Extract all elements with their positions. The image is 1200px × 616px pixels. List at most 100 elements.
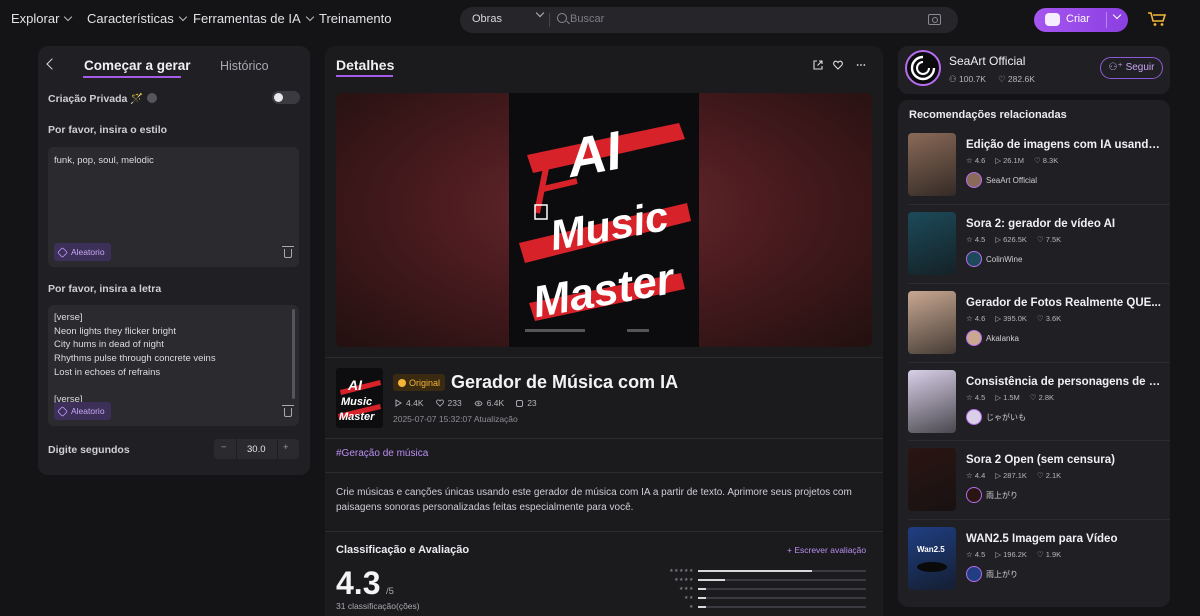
followers-icon: ⚇ xyxy=(949,74,959,84)
create-label: Criar xyxy=(1066,13,1090,25)
likes-stat: ♡ 2.1K xyxy=(1037,471,1061,480)
search-input[interactable]: Buscar xyxy=(570,13,604,25)
seaart-logo-icon xyxy=(910,55,936,81)
runs-stat: ▷ 626.5K xyxy=(995,235,1027,244)
recommendations-header: Recomendações relacionadas xyxy=(909,109,1067,121)
followers-value: 100.7K xyxy=(958,74,986,84)
hashtag-link[interactable]: #Geração de música xyxy=(336,448,428,459)
create-divider xyxy=(1106,12,1107,28)
share-icon[interactable] xyxy=(813,60,823,70)
seconds-value[interactable]: 30.0 xyxy=(247,444,266,455)
nav-treinamento-label: Treinamento xyxy=(319,11,392,26)
chevron-down-icon xyxy=(64,12,73,21)
details-underline xyxy=(336,75,393,77)
lyrics-field[interactable]: [verse] Neon lights they flicker bright … xyxy=(48,305,299,426)
more-options-icon[interactable] xyxy=(856,60,866,70)
trash-icon[interactable] xyxy=(282,405,294,417)
poster-art: AI Music Master xyxy=(519,120,691,332)
recommendation-item[interactable]: Sora 2 Open (sem censura) ☆ 4.4 ▷ 287.1K ♡ … xyxy=(908,448,1164,514)
increment-button[interactable]: + xyxy=(283,442,289,453)
rating-stat: ☆ 4.5 xyxy=(966,393,985,402)
recommendation-divider xyxy=(908,362,1170,363)
recommendation-title: Consistência de personagens de a... xyxy=(966,376,1162,388)
runs-stat: ▷ 196.2K xyxy=(995,550,1027,559)
thumb-shape xyxy=(917,562,947,572)
runs-value: 4.4K xyxy=(406,398,424,408)
nav-caracteristicas[interactable]: Características xyxy=(87,11,187,26)
author-avatar xyxy=(966,251,982,267)
heart-icon: ♡ xyxy=(1036,235,1046,244)
recommendation-author[interactable]: じゃがいも xyxy=(966,409,1026,425)
nav-ferramentas[interactable]: Ferramentas de IA xyxy=(193,11,314,26)
app-description: Crie músicas e canções únicas usando est… xyxy=(336,487,852,513)
nav-treinamento[interactable]: Treinamento xyxy=(319,11,392,26)
recommendation-author[interactable]: ColinWine xyxy=(966,251,1022,267)
nav-explorar[interactable]: Explorar xyxy=(11,11,73,26)
runs-stat: 4.4K xyxy=(395,398,424,408)
private-creation-text: Criação Privada 🪄 xyxy=(48,93,144,105)
profile-stats: ⚇ 100.7K ♡ 282.6K xyxy=(949,74,1035,85)
nav-ferramentas-label: Ferramentas de IA xyxy=(193,11,301,26)
rating-bar-track xyxy=(698,579,866,581)
play-icon xyxy=(395,399,402,407)
profile-name[interactable]: SeaArt Official xyxy=(949,54,1025,68)
stepper-divider xyxy=(277,439,278,459)
tab-comecar-a-gerar[interactable]: Começar a gerar xyxy=(84,58,191,73)
decrement-button[interactable]: − xyxy=(221,442,227,453)
tab-historico[interactable]: Histórico xyxy=(220,59,269,73)
rating-stat: ☆ 4.4 xyxy=(966,471,985,480)
private-toggle[interactable] xyxy=(272,91,300,104)
recommendation-author[interactable]: SeaArt Official xyxy=(966,172,1037,188)
random-style-button[interactable]: Aleatorio xyxy=(54,243,111,261)
runs-stat: ▷ 26.1M xyxy=(995,156,1024,165)
recommendation-thumbnail xyxy=(908,291,956,354)
search-category-select[interactable]: Obras xyxy=(472,13,502,25)
avatar[interactable] xyxy=(905,50,941,86)
lyrics-scrollbar[interactable] xyxy=(292,309,295,399)
poster-title-line-1: AI xyxy=(560,120,627,189)
style-field-value: funk, pop, soul, melodic xyxy=(54,155,154,166)
recommendation-item[interactable]: Edição de imagens com IA usando ... ☆ 4.6… xyxy=(908,133,1164,199)
rating-value: 4.4 xyxy=(974,471,986,480)
recommendation-title: Gerador de Fotos Realmente QUE... xyxy=(966,297,1161,309)
rating-bar-track xyxy=(698,570,866,572)
rating-score: 4.3 xyxy=(336,565,381,601)
recommendation-item[interactable]: Consistência de personagens de a... ☆ 4.5… xyxy=(908,370,1164,436)
heart-icon[interactable] xyxy=(833,60,843,70)
camera-icon[interactable] xyxy=(928,14,941,25)
app-thumbnail: AI Music Master xyxy=(336,368,383,428)
recommendation-stats: ☆ 4.6 ▷ 26.1M ♡ 8.3K xyxy=(966,156,1058,165)
cart-icon[interactable] xyxy=(1147,11,1167,27)
section-divider xyxy=(325,472,883,473)
author-name: 雨上がり xyxy=(986,569,1018,579)
recommendation-item[interactable]: Wan2.5 WAN2.5 Imagem para Vídeo ☆ 4.5 ▷ 196… xyxy=(908,527,1164,593)
random-lyrics-button[interactable]: Aleatorio xyxy=(54,402,111,420)
rating-stars: ★★★★ xyxy=(674,577,694,583)
trash-icon[interactable] xyxy=(282,246,294,258)
seconds-stepper[interactable]: − 30.0 + xyxy=(214,439,299,459)
original-badge: Original xyxy=(393,374,446,391)
create-button[interactable]: Criar xyxy=(1034,8,1128,32)
style-field[interactable]: funk, pop, soul, melodic Aleatorio xyxy=(48,147,299,267)
likes-value: 7.5K xyxy=(1045,235,1062,244)
chevron-down-icon xyxy=(305,12,314,21)
thumb-title-line-2: Music xyxy=(341,396,372,408)
recommendation-author[interactable]: Akalanka xyxy=(966,330,1019,346)
recommendation-item[interactable]: Gerador de Fotos Realmente QUE... ☆ 4.6 ▷ … xyxy=(908,291,1164,357)
follow-button[interactable]: ⚇⁺ Seguir xyxy=(1100,57,1163,79)
write-review-button[interactable]: + Escrever avaliação xyxy=(787,545,866,555)
recommendation-thumbnail xyxy=(908,370,956,433)
rating-scale: /5 xyxy=(386,586,394,597)
likes-value: 2.1K xyxy=(1045,471,1062,480)
rating-bar-fill xyxy=(698,597,707,599)
info-icon[interactable] xyxy=(147,93,158,103)
original-icon xyxy=(398,378,406,387)
recommendation-author[interactable]: 雨上がり xyxy=(966,566,1018,582)
star-icon: ☆ xyxy=(966,550,975,559)
followers-stat: ⚇ 100.7K xyxy=(949,74,986,85)
chevron-down-icon[interactable] xyxy=(535,8,545,18)
recommendation-item[interactable]: Sora 2: gerador de vídeo AI ☆ 4.5 ▷ 626.5K… xyxy=(908,212,1164,278)
recommendation-author[interactable]: 雨上がり xyxy=(966,487,1018,503)
search-icon xyxy=(557,13,567,23)
chevron-down-icon[interactable] xyxy=(1112,10,1122,20)
